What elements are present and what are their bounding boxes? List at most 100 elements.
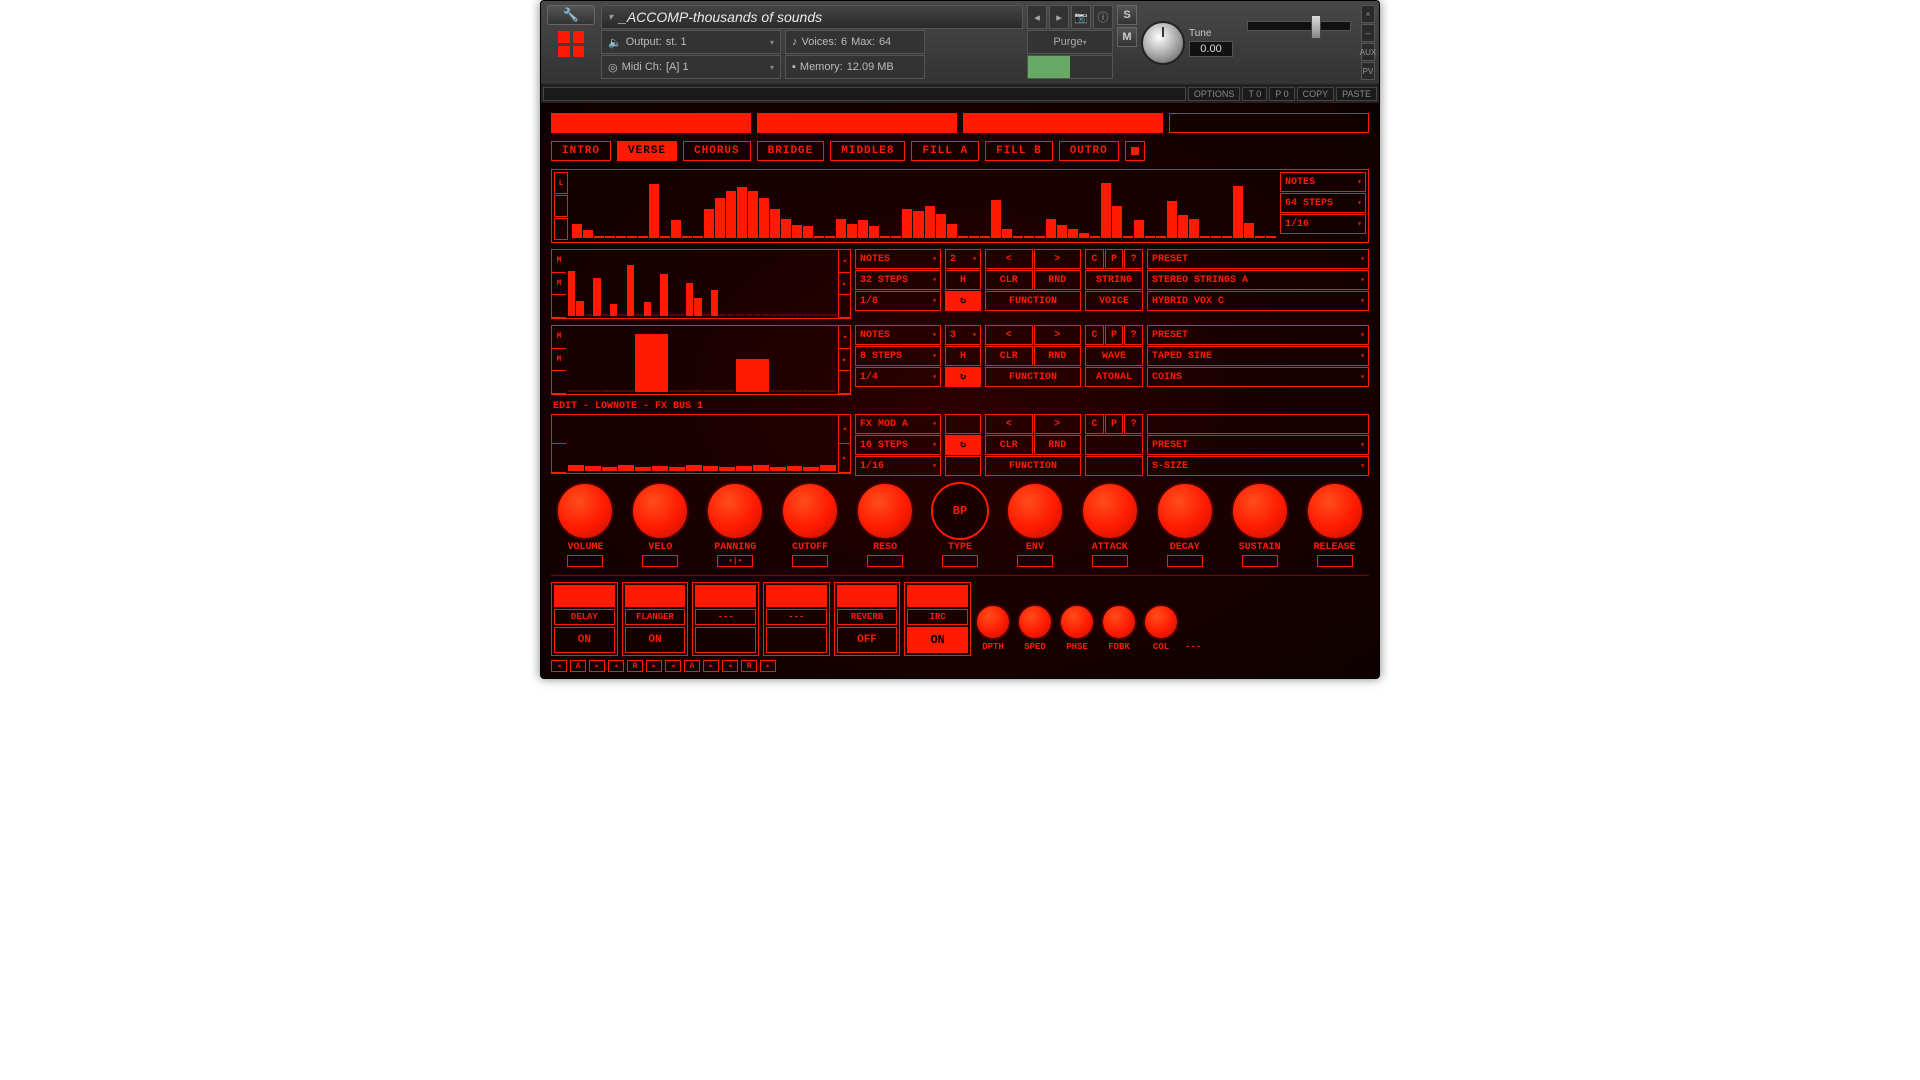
mini-seq-fx[interactable]: ◂▸ [551,414,851,474]
fx-top[interactable] [695,585,756,607]
aux-button[interactable]: AUX [1361,43,1375,61]
minimize-icon[interactable]: – [1361,24,1375,42]
bottom-nav-btn[interactable]: R [627,660,643,672]
fx-state-button[interactable] [766,627,827,653]
pan-strip[interactable] [543,87,1186,101]
b-steps[interactable]: 8 STEPS [855,346,941,366]
a-steps[interactable]: 32 STEPS [855,270,941,290]
dpth-knob[interactable] [975,604,1011,640]
fx-state-button[interactable]: ON [554,627,615,653]
bottom-nav-btn[interactable]: ▸ [646,660,662,672]
fx-top[interactable] [766,585,827,607]
copy-button[interactable]: COPY [1297,87,1335,101]
reso-knob[interactable] [856,482,914,540]
mini-seq-b[interactable]: MM ◂▸ [551,325,851,395]
bottom-nav-btn[interactable]: A [570,660,586,672]
t0-button[interactable]: T 0 [1242,87,1267,101]
cpr-?[interactable]: ? [1124,325,1143,345]
fx-state-button[interactable]: ON [625,627,686,653]
fx-name[interactable]: IRC [907,609,968,625]
wrench-icon[interactable]: 🔧 [547,5,595,25]
bottom-nav-btn[interactable]: ◂ [551,660,567,672]
close-icon[interactable]: × [1361,5,1375,23]
prev-preset-button[interactable]: ◂ [1027,5,1047,29]
b-num[interactable]: 3 [945,325,981,345]
cpr-?[interactable]: ? [1124,414,1143,434]
bottom-nav-btn[interactable]: ▸ [760,660,776,672]
tab-bridge[interactable]: BRIDGE [757,141,825,161]
sequencer-lane[interactable] [570,172,1278,240]
b-reload[interactable]: ↻ [945,367,981,387]
a-preset[interactable]: PRESET [1147,249,1369,269]
a-rnd[interactable]: RND [1034,270,1082,290]
bottom-nav-btn[interactable]: ▸ [703,660,719,672]
cpr-c[interactable]: C [1085,414,1104,434]
cpr-c[interactable]: C [1085,249,1104,269]
cpr-c[interactable]: C [1085,325,1104,345]
env-knob[interactable] [1006,482,1064,540]
volume-fader[interactable] [1311,15,1321,39]
seq-div-dd[interactable]: 1/16 [1280,214,1366,234]
fx-name[interactable]: --- [695,609,756,625]
a-function[interactable]: FUNCTION [985,291,1081,311]
tune-knob[interactable] [1141,21,1185,65]
volume-knob[interactable] [556,482,614,540]
tab-fillb[interactable]: FILL B [985,141,1053,161]
bottom-nav-btn[interactable]: ◂ [665,660,681,672]
seq-notes-dd[interactable]: NOTES [1280,172,1366,192]
fx-name[interactable]: FLANGER [625,609,686,625]
tab-intro[interactable]: INTRO [551,141,611,161]
sped-knob[interactable] [1017,604,1053,640]
solo-button[interactable]: S [1117,5,1137,25]
fx-name[interactable]: DELAY [554,609,615,625]
sustain-knob[interactable] [1231,482,1289,540]
fdbk-knob[interactable] [1101,604,1137,640]
mini-seq-a[interactable]: MM ◂▸ [551,249,851,319]
b-div[interactable]: 1/4 [855,367,941,387]
a-h[interactable]: H [945,270,981,290]
instrument-name[interactable]: ▾ _ACCOMP-thousands of sounds [601,5,1023,29]
midi-cell[interactable]: ◎ Midi Ch: [A] 1 ▾ [601,55,781,79]
mute-button[interactable]: M [1117,27,1137,47]
next-preset-button[interactable]: ▸ [1049,5,1069,29]
a-clr[interactable]: CLR [985,270,1033,290]
tab-verse[interactable]: VERSE [617,141,677,161]
b-notes[interactable]: NOTES [855,325,941,345]
a-string-val[interactable]: STEREO STRINGS A [1147,270,1369,290]
decay-knob[interactable] [1156,482,1214,540]
cutoff-knob[interactable] [781,482,839,540]
type-knob[interactable] [931,482,989,540]
a-div[interactable]: 1/8 [855,291,941,311]
fx-name[interactable]: REVERB [837,609,898,625]
release-knob[interactable] [1306,482,1364,540]
fx-state-button[interactable]: OFF [837,627,898,653]
a-next[interactable]: > [1034,249,1082,269]
tab-filla[interactable]: FILL A [911,141,979,161]
cpr-p[interactable]: P [1105,325,1124,345]
pv-button[interactable]: PV [1361,62,1375,80]
b-h[interactable]: H [945,346,981,366]
fx-top[interactable] [554,585,615,607]
attack-knob[interactable] [1081,482,1139,540]
velo-knob[interactable] [631,482,689,540]
panning-knob[interactable] [706,482,764,540]
tab-outro[interactable]: OUTRO [1059,141,1119,161]
paste-button[interactable]: PASTE [1336,87,1377,101]
snapshot-icon[interactable]: 📷 [1071,5,1091,29]
cpr-?[interactable]: ? [1124,249,1143,269]
fx-top[interactable] [625,585,686,607]
output-cell[interactable]: 🔈 Output: st. 1 ▾ [601,30,781,54]
fx-state-button[interactable]: ON [907,627,968,653]
a-notes[interactable]: NOTES [855,249,941,269]
a-num[interactable]: 2 [945,249,981,269]
p0-button[interactable]: P 0 [1269,87,1294,101]
bottom-nav-btn[interactable]: ▸ [589,660,605,672]
tune-value[interactable]: 0.00 [1189,41,1233,57]
cpr-p[interactable]: P [1105,249,1124,269]
bottom-nav-btn[interactable]: A [684,660,700,672]
options-button[interactable]: OPTIONS [1188,87,1241,101]
col-knob[interactable] [1143,604,1179,640]
tab-middle8[interactable]: MIDDLE8 [830,141,905,161]
fx-top[interactable] [907,585,968,607]
a-voice[interactable]: VOICE [1085,291,1143,311]
